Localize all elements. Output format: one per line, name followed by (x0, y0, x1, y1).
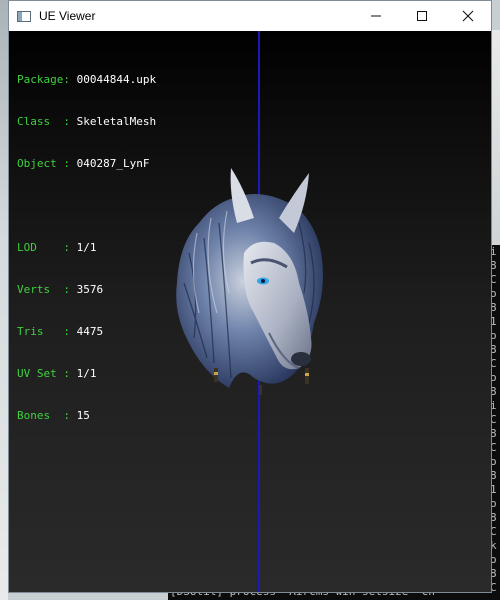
info-lod: LOD : 1/1 (17, 241, 97, 254)
minimize-icon (371, 15, 381, 17)
info-uvset: UV Set : 1/1 (17, 367, 97, 380)
close-button[interactable] (445, 1, 491, 31)
info-verts: Verts : 3576 (17, 283, 104, 296)
info-tris: Tris : 4475 (17, 325, 104, 338)
info-class: Class : SkeletalMesh (17, 115, 157, 128)
ue-viewer-window[interactable]: UE Viewer Package: 00044844.upk Class : … (8, 0, 492, 593)
title-bar[interactable]: UE Viewer (9, 1, 491, 31)
close-icon (462, 10, 474, 22)
info-object: Object : 040287_LynF (17, 157, 150, 170)
info-bones: Bones : 15 (17, 409, 90, 422)
window-controls (353, 1, 491, 31)
maximize-icon (417, 11, 427, 21)
mesh-info-overlay: Package: 00044844.upk Class : SkeletalMe… (17, 45, 156, 451)
3d-viewport[interactable]: Package: 00044844.upk Class : SkeletalMe… (9, 31, 491, 592)
wolf-head-model (176, 168, 323, 395)
desktop-background (0, 0, 8, 600)
minimize-button[interactable] (353, 1, 399, 31)
window-title: UE Viewer (39, 9, 96, 23)
info-package: Package: 00044844.upk (17, 73, 157, 86)
app-icon (17, 10, 31, 22)
maximize-button[interactable] (399, 1, 445, 31)
desktop-background-right (492, 30, 500, 245)
